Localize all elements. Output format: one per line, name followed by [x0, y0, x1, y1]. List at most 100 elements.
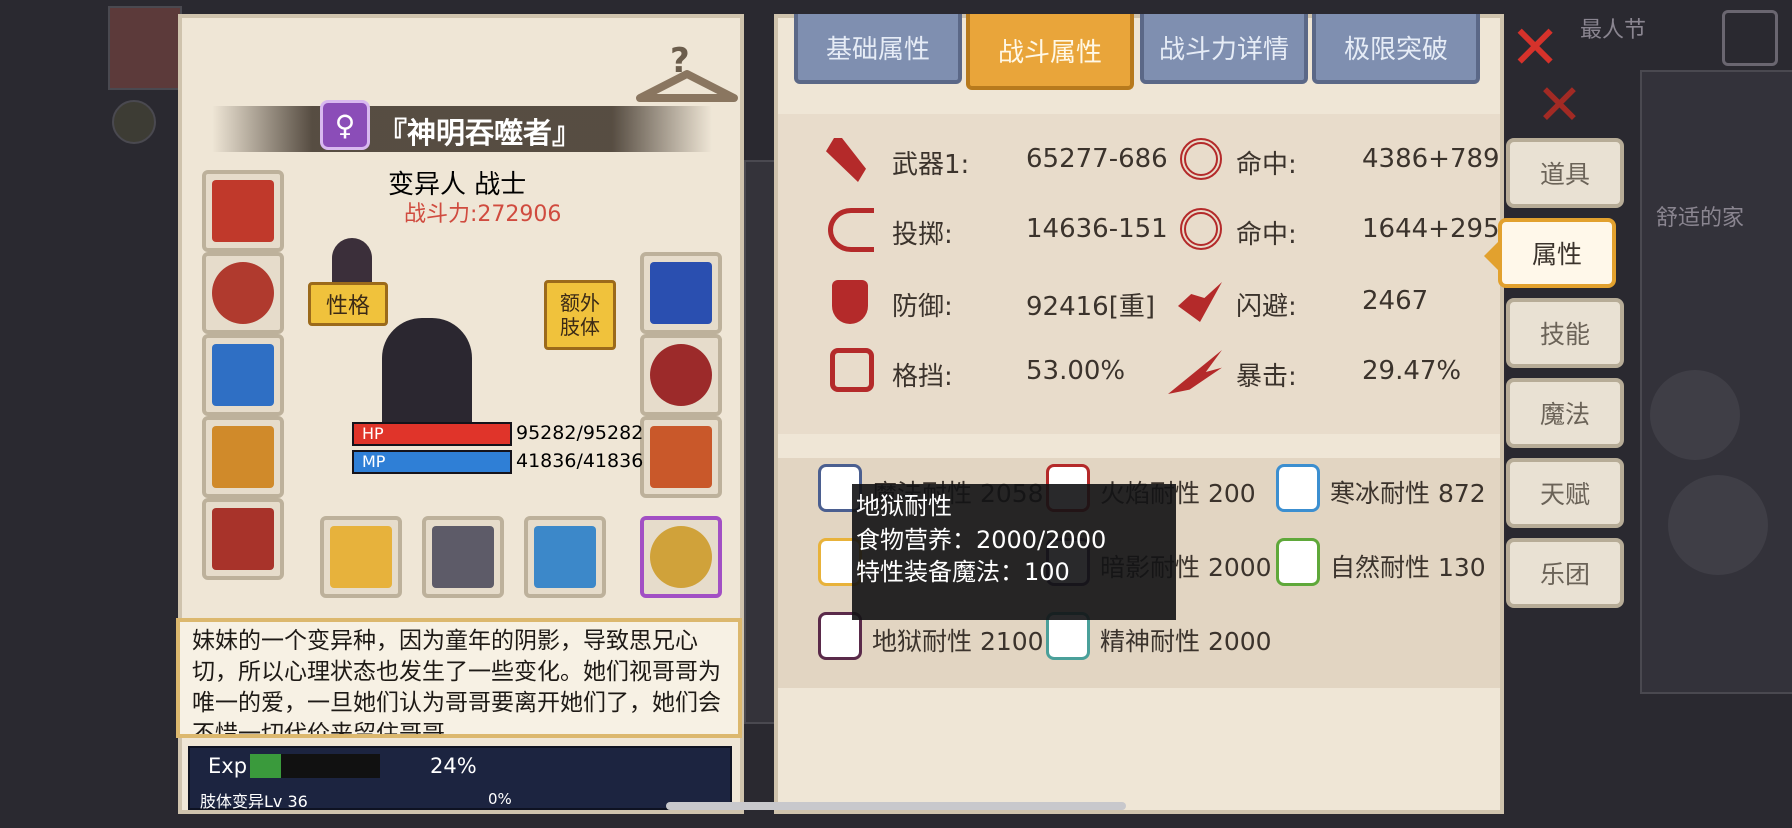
equip-slot-belt[interactable] — [202, 498, 284, 580]
tooltip-line2: 特性装备魔法：100 — [856, 558, 1070, 586]
nature-resist: 自然耐性 130 — [1330, 553, 1486, 582]
bg-top-right-text: 最人节 — [1580, 18, 1647, 43]
spirit-resist: 精神耐性 2000 — [1100, 627, 1272, 656]
block-label: 格挡: — [892, 362, 953, 392]
dodge-label: 闪避: — [1236, 292, 1297, 322]
block-value: 53.00% — [1026, 356, 1126, 386]
bg-house-label: 舒适的家 — [1656, 206, 1745, 231]
throw-label: 投掷: — [892, 220, 953, 250]
hell-resist: 地狱耐性 2100 — [872, 627, 1044, 656]
weapon-label: 武器1: — [892, 150, 970, 180]
menu-icon[interactable] — [1722, 10, 1778, 66]
hanger-icon[interactable]: ? — [632, 36, 742, 116]
combat-power: 战斗力:272906 — [404, 202, 562, 227]
side-menu-talent[interactable]: 天赋 — [1506, 458, 1624, 528]
defense-value: 92416[重] — [1026, 292, 1155, 322]
exp-percent: 24% — [430, 754, 477, 778]
hp-bar: HP — [352, 422, 512, 446]
mp-value: 41836/41836 — [516, 450, 644, 472]
ice-resist-icon — [1276, 464, 1320, 512]
swap-arrows-icon[interactable] — [1668, 475, 1768, 575]
gold-armor-icon — [212, 426, 274, 488]
tooltip-title: 地狱耐性 — [856, 492, 952, 520]
description-box[interactable]: 妹妹的一个变异种，因为童年的阴影，导致思兄心切，所以心理状态也发生了一些变化。她… — [176, 618, 742, 738]
equip-slot-amulet[interactable] — [202, 252, 284, 334]
side-menu-items[interactable]: 道具 — [1506, 138, 1624, 208]
mp-label: MP — [362, 452, 386, 471]
coin-icon — [112, 100, 156, 144]
exp-label: Exp — [208, 754, 248, 778]
close-icon-secondary[interactable]: ✕ — [1536, 78, 1583, 134]
home-indicator[interactable] — [666, 802, 1126, 810]
settings-gear-icon[interactable] — [1650, 370, 1740, 460]
equip-slot-cloak[interactable] — [202, 334, 284, 416]
equip-slot-gloves[interactable] — [640, 252, 722, 334]
golden-spear-icon — [330, 526, 392, 588]
hit2-value: 1644+295 — [1362, 214, 1500, 244]
blue-cloak-icon — [212, 344, 274, 406]
female-gender-icon: ♀ — [320, 100, 370, 150]
dragon-helmet-icon — [212, 180, 274, 242]
tab-basic-attributes[interactable]: 基础属性 — [794, 14, 962, 84]
mp-bar: MP — [352, 450, 512, 474]
hp-label: HP — [362, 424, 384, 443]
weapon-value: 65277-686 — [1026, 144, 1168, 174]
tooltip-line1: 食物营养：2000/2000 — [856, 526, 1107, 554]
side-menu-skills[interactable]: 技能 — [1506, 298, 1624, 368]
limb-percent: 0% — [488, 790, 512, 808]
shield-icon — [832, 280, 868, 324]
bow-icon — [828, 208, 874, 252]
nature-resist-icon — [1276, 538, 1320, 586]
avatar-portrait[interactable] — [108, 6, 182, 90]
character-sprite[interactable] — [382, 318, 472, 438]
ice-resist: 寒冰耐性 872 — [1330, 479, 1486, 508]
background-wall — [744, 160, 778, 724]
hit2-label: 命中: — [1236, 220, 1297, 250]
hit1-value: 4386+789 — [1362, 144, 1500, 174]
exp-panel: Exp 24% 肢体变异Lv 36 0% — [188, 746, 732, 811]
fish-sword-icon — [534, 526, 596, 588]
dodge-value: 2467 — [1362, 286, 1429, 316]
crit-value: 29.47% — [1362, 356, 1462, 386]
side-menu-magic[interactable]: 魔法 — [1506, 378, 1624, 448]
trait-button[interactable]: 性格 — [308, 282, 388, 326]
equip-slot-mask[interactable] — [640, 416, 722, 498]
tab-combat-attributes[interactable]: 战斗属性 — [966, 14, 1134, 90]
close-icon[interactable]: ✕ — [1510, 18, 1560, 78]
resistance-tooltip: 地狱耐性 食物营养：2000/2000 特性装备魔法：100 — [852, 484, 1176, 620]
character-panel: ? ♀ 『神明吞噬者』 变异人 战士 战斗力:272906 性格 额外 肢体 H… — [176, 14, 744, 814]
dragon-belt-icon — [212, 508, 274, 570]
exp-bar-fill — [250, 754, 282, 778]
hp-value: 95282/95282 — [516, 422, 644, 444]
red-bracer-icon — [650, 344, 712, 406]
tab-limit-break[interactable]: 极限突破 — [1312, 14, 1480, 84]
equip-slot-helmet[interactable] — [202, 170, 284, 252]
crit-label: 暴击: — [1236, 362, 1297, 392]
dragon-shield-icon — [432, 526, 494, 588]
tab-power-details[interactable]: 战斗力详情 — [1140, 14, 1308, 84]
target-icon-2 — [1180, 208, 1222, 250]
target-icon — [1180, 138, 1222, 180]
defense-label: 防御: — [892, 292, 953, 322]
beast-mask-icon — [650, 426, 712, 488]
equip-slot-bracer[interactable] — [640, 334, 722, 416]
exp-bar — [250, 754, 380, 778]
stats-panel — [774, 14, 1504, 814]
equip-slot-weapon[interactable] — [320, 516, 402, 598]
side-menu-attributes[interactable]: 属性 — [1498, 218, 1616, 288]
blue-gloves-icon — [650, 262, 712, 324]
limb-label: 肢体变异Lv 36 — [200, 792, 308, 811]
throw-value: 14636-151 — [1026, 214, 1168, 244]
eye-amulet-icon — [212, 262, 274, 324]
active-pointer-icon — [1484, 242, 1498, 270]
ring-icon — [650, 526, 712, 588]
side-menu-band[interactable]: 乐团 — [1506, 538, 1624, 608]
equip-slot-offhand[interactable] — [524, 516, 606, 598]
character-name: 『神明吞噬者』 — [378, 116, 582, 150]
equip-slot-armor[interactable] — [202, 416, 284, 498]
extra-limb-button[interactable]: 额外 肢体 — [544, 280, 616, 350]
block-icon — [830, 348, 874, 392]
equip-slot-shield[interactable] — [422, 516, 504, 598]
description-text: 妹妹的一个变异种，因为童年的阴影，导致思兄心切，所以心理状态也发生了一些变化。她… — [192, 628, 721, 738]
equip-slot-ring[interactable] — [640, 516, 722, 598]
